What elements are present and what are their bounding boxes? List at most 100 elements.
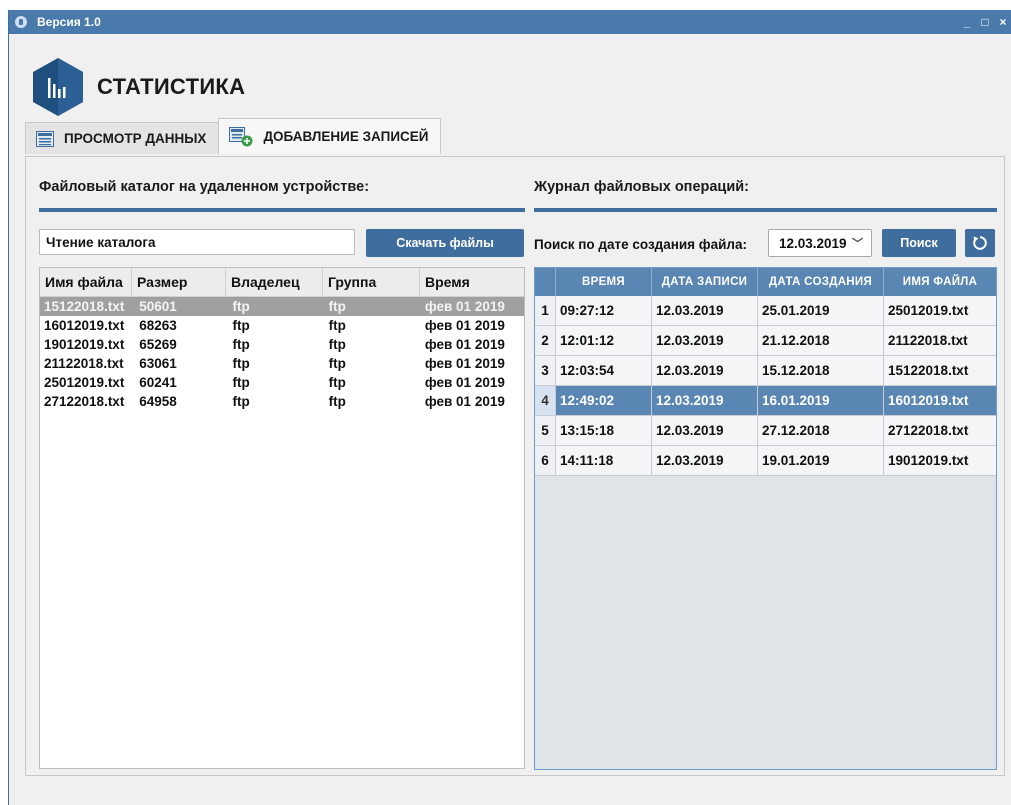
search-button[interactable]: Поиск bbox=[882, 229, 956, 257]
journal-file-cell: 19012019.txt bbox=[884, 446, 996, 475]
maximize-button[interactable]: □ bbox=[976, 15, 994, 29]
add-list-icon bbox=[229, 126, 253, 146]
journal-row[interactable]: 3 12:03:54 12.03.2019 15.12.2018 15122018.tx… bbox=[535, 356, 996, 386]
file-size-cell: 60241 bbox=[139, 375, 177, 390]
journal-time-cell: 12:03:54 bbox=[556, 356, 652, 385]
file-time-cell: фев 01 2019 bbox=[424, 356, 505, 371]
app-header: СТАТИСТИКА bbox=[31, 56, 245, 118]
column-journal-time[interactable]: ВРЕМЯ bbox=[556, 268, 652, 296]
tab-view-data[interactable]: ПРОСМОТР ДАННЫХ bbox=[25, 122, 220, 154]
refresh-button[interactable] bbox=[965, 229, 995, 257]
file-size-cell: 50601 bbox=[139, 299, 177, 314]
column-creation-date[interactable]: ДАТА СОЗДАНИЯ bbox=[758, 268, 884, 296]
close-button[interactable]: × bbox=[994, 15, 1011, 29]
file-name-cell: 25012019.txt bbox=[44, 375, 125, 390]
row-number-cell: 6 bbox=[535, 446, 556, 475]
file-owner-cell: ftp bbox=[232, 299, 250, 314]
file-group-cell: ftp bbox=[328, 394, 346, 409]
journal-file-cell: 21122018.txt bbox=[884, 326, 996, 355]
tab-add-records[interactable]: ДОБАВЛЕНИЕ ЗАПИСЕЙ bbox=[218, 118, 442, 154]
file-row[interactable]: 16012019.txt 68263 ftp ftp фев 01 2019 bbox=[40, 316, 524, 335]
file-owner-cell: ftp bbox=[232, 394, 250, 409]
list-icon bbox=[36, 130, 54, 147]
journal-row[interactable]: 1 09:27:12 12.03.2019 25.01.2019 25012019.tx… bbox=[535, 296, 996, 326]
file-group-cell: ftp bbox=[328, 318, 346, 333]
creation-date-cell: 19.01.2019 bbox=[758, 446, 884, 475]
file-row[interactable]: 25012019.txt 60241 ftp ftp фев 01 2019 bbox=[40, 373, 524, 392]
column-record-date[interactable]: ДАТА ЗАПИСИ bbox=[652, 268, 758, 296]
file-row[interactable]: 27122018.txt 64958 ftp ftp фев 01 2019 bbox=[40, 392, 524, 411]
journal-time-cell: 14:11:18 bbox=[556, 446, 652, 475]
statistics-logo-icon bbox=[33, 58, 83, 116]
journal-corner bbox=[535, 268, 556, 296]
file-name-cell: 19012019.txt bbox=[44, 337, 125, 352]
chevron-down-icon: ﹀ bbox=[852, 238, 863, 250]
file-name-cell: 21122018.txt bbox=[44, 356, 124, 371]
record-date-cell: 12.03.2019 bbox=[652, 416, 758, 445]
journal-row[interactable]: 6 14:11:18 12.03.2019 19.01.2019 19012019.tx… bbox=[535, 446, 996, 476]
creation-date-cell: 15.12.2018 bbox=[758, 356, 884, 385]
tab-bar: ПРОСМОТР ДАННЫХ ДОБАВЛЕНИЕ ЗАПИСЕЙ bbox=[25, 118, 442, 154]
journal-file-cell: 27122018.txt bbox=[884, 416, 996, 445]
file-time-cell: фев 01 2019 bbox=[424, 299, 505, 314]
creation-date-value: 12.03.2019 bbox=[779, 235, 847, 251]
directory-path-input[interactable] bbox=[39, 229, 355, 255]
refresh-icon bbox=[973, 236, 987, 250]
file-catalog-divider bbox=[39, 208, 525, 212]
tab-panel: Файловый каталог на удаленном устройстве… bbox=[25, 156, 1005, 776]
column-file-name[interactable]: Имя файла bbox=[40, 268, 132, 296]
file-group-cell: ftp bbox=[328, 356, 346, 371]
file-name-cell: 15122018.txt bbox=[44, 299, 125, 314]
row-number-cell: 1 bbox=[535, 296, 556, 325]
download-files-button[interactable]: Скачать файлы bbox=[366, 229, 524, 257]
journal-time-cell: 13:15:18 bbox=[556, 416, 652, 445]
file-row[interactable]: 19012019.txt 65269 ftp ftp фев 01 2019 bbox=[40, 335, 524, 354]
file-time-cell: фев 01 2019 bbox=[424, 375, 505, 390]
journal-row[interactable]: 5 13:15:18 12.03.2019 27.12.2018 27122018.tx… bbox=[535, 416, 996, 446]
creation-date-cell: 21.12.2018 bbox=[758, 326, 884, 355]
journal-row[interactable]: 4 12:49:02 12.03.2019 16.01.2019 16012019.tx… bbox=[535, 386, 996, 416]
journal-divider bbox=[534, 208, 997, 212]
creation-date-select[interactable]: 12.03.2019 ﹀ bbox=[768, 229, 872, 257]
file-size-cell: 63061 bbox=[139, 356, 177, 371]
file-row[interactable]: 21122018.txt 63061 ftp ftp фев 01 2019 bbox=[40, 354, 524, 373]
file-size-cell: 68263 bbox=[139, 318, 177, 333]
row-number-cell: 3 bbox=[535, 356, 556, 385]
journal-row[interactable]: 2 12:01:12 12.03.2019 21.12.2018 21122018.tx… bbox=[535, 326, 996, 356]
app-icon bbox=[15, 16, 27, 28]
tab-view-data-label: ПРОСМОТР ДАННЫХ bbox=[64, 131, 207, 146]
app-window: Версия 1.0 _ □ × СТАТИСТИКА ПРОСМОТР ДАН… bbox=[8, 10, 1011, 805]
journal-table[interactable]: ВРЕМЯ ДАТА ЗАПИСИ ДАТА СОЗДАНИЯ ИМЯ ФАЙЛ… bbox=[534, 267, 997, 770]
app-title: СТАТИСТИКА bbox=[97, 74, 246, 99]
file-list-header: Имя файла Размер Владелец Группа Время bbox=[40, 268, 524, 297]
file-time-cell: фев 01 2019 bbox=[424, 394, 505, 409]
journal-header: ВРЕМЯ ДАТА ЗАПИСИ ДАТА СОЗДАНИЯ ИМЯ ФАЙЛ… bbox=[535, 268, 996, 296]
column-time[interactable]: Время bbox=[420, 268, 524, 296]
record-date-cell: 12.03.2019 bbox=[652, 296, 758, 325]
record-date-cell: 12.03.2019 bbox=[652, 446, 758, 475]
row-number-cell: 2 bbox=[535, 326, 556, 355]
column-journal-file-name[interactable]: ИМЯ ФАЙЛА bbox=[884, 268, 996, 296]
column-owner[interactable]: Владелец bbox=[226, 268, 323, 296]
file-list-table[interactable]: Имя файла Размер Владелец Группа Время 1… bbox=[39, 267, 525, 769]
title-bar: Версия 1.0 _ □ × bbox=[9, 10, 1011, 34]
row-number-cell: 4 bbox=[535, 386, 556, 415]
file-group-cell: ftp bbox=[328, 299, 346, 314]
file-name-cell: 16012019.txt bbox=[44, 318, 125, 333]
column-group[interactable]: Группа bbox=[323, 268, 420, 296]
journal-title: Журнал файловых операций: bbox=[534, 179, 750, 195]
file-catalog-title: Файловый каталог на удаленном устройстве… bbox=[39, 179, 370, 195]
journal-time-cell: 12:49:02 bbox=[556, 386, 652, 415]
file-row[interactable]: 15122018.txt 50601 ftp ftp фев 01 2019 bbox=[40, 297, 524, 316]
column-size[interactable]: Размер bbox=[132, 268, 226, 296]
journal-time-cell: 09:27:12 bbox=[556, 296, 652, 325]
file-size-cell: 64958 bbox=[139, 394, 177, 409]
date-search-label: Поиск по дате создания файла: bbox=[534, 237, 748, 252]
creation-date-cell: 16.01.2019 bbox=[758, 386, 884, 415]
file-owner-cell: ftp bbox=[232, 356, 250, 371]
journal-time-cell: 12:01:12 bbox=[556, 326, 652, 355]
minimize-button[interactable]: _ bbox=[958, 15, 976, 29]
file-group-cell: ftp bbox=[328, 375, 346, 390]
file-time-cell: фев 01 2019 bbox=[424, 318, 505, 333]
file-time-cell: фев 01 2019 bbox=[424, 337, 505, 352]
